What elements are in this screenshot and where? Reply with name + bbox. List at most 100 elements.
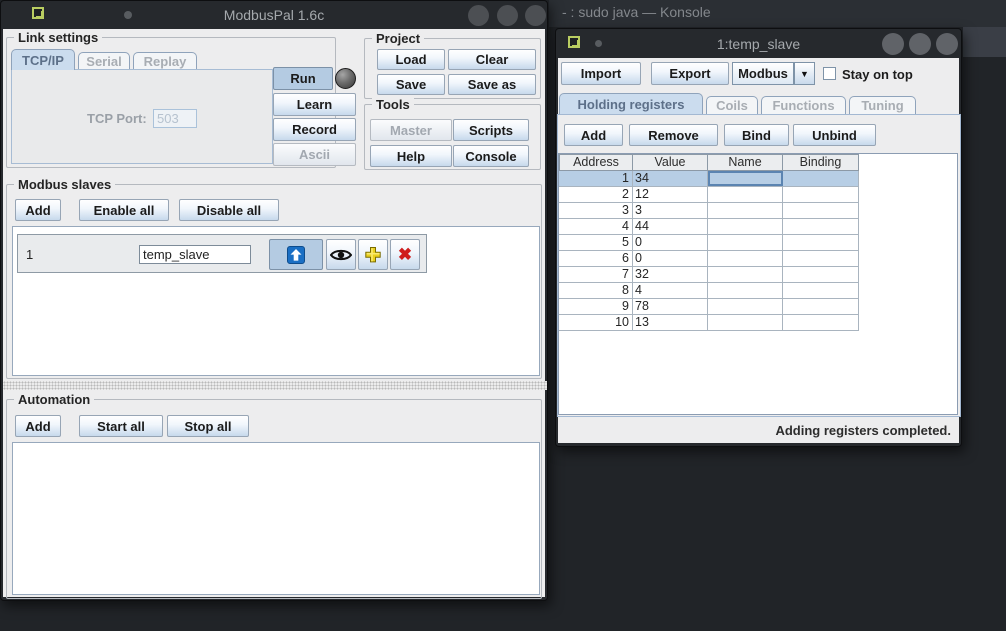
table-cell-addr[interactable]: 7 xyxy=(559,267,633,282)
table-cell-addr[interactable]: 1 xyxy=(559,171,633,186)
register-add-button[interactable]: Add xyxy=(564,124,623,146)
table-cell-addr[interactable]: 9 xyxy=(559,299,633,314)
table-cell-addr[interactable]: 2 xyxy=(559,187,633,202)
chevron-down-icon[interactable]: ▼ xyxy=(794,62,815,85)
table-cell-val[interactable]: 0 xyxy=(633,235,708,250)
table-row[interactable]: 134 xyxy=(559,171,859,187)
table-cell-name[interactable] xyxy=(708,299,783,314)
table-cell-addr[interactable]: 8 xyxy=(559,283,633,298)
help-button[interactable]: Help xyxy=(370,145,452,167)
table-row[interactable]: 60 xyxy=(559,251,859,267)
table-cell-bind[interactable] xyxy=(783,251,859,266)
table-row[interactable]: 84 xyxy=(559,283,859,299)
record-button[interactable]: Record xyxy=(273,118,356,141)
modbuspal-titlebar[interactable]: ModbusPal 1.6c xyxy=(1,1,547,29)
col-header-value[interactable]: Value xyxy=(633,154,708,171)
table-row[interactable]: 33 xyxy=(559,203,859,219)
table-cell-bind[interactable] xyxy=(783,219,859,234)
tcp-port-input[interactable] xyxy=(153,109,197,128)
table-cell-val[interactable]: 44 xyxy=(633,219,708,234)
table-cell-addr[interactable]: 4 xyxy=(559,219,633,234)
delete-slave-button[interactable]: ✖ xyxy=(390,239,420,270)
window-control-button[interactable] xyxy=(468,5,489,26)
automation-add-button[interactable]: Add xyxy=(15,415,61,437)
table-cell-addr[interactable]: 3 xyxy=(559,203,633,218)
table-cell-name[interactable] xyxy=(708,187,783,202)
table-cell-name[interactable] xyxy=(708,315,783,330)
table-cell-val[interactable]: 78 xyxy=(633,299,708,314)
table-cell-bind[interactable] xyxy=(783,315,859,330)
window-control-button[interactable] xyxy=(882,33,904,55)
table-cell-val[interactable]: 34 xyxy=(633,171,708,186)
table-row[interactable]: 1013 xyxy=(559,315,859,331)
tab-tuning[interactable]: Tuning xyxy=(849,96,916,114)
toggle-visibility-button[interactable] xyxy=(326,239,356,270)
save-as-button[interactable]: Save as xyxy=(448,74,536,95)
tab-holding-registers[interactable]: Holding registers xyxy=(559,93,703,114)
registers-table[interactable]: Address Value Name Binding 1342123344450… xyxy=(558,153,958,415)
show-slave-panel-button[interactable] xyxy=(269,239,323,270)
window-control-button[interactable] xyxy=(525,5,546,26)
window-control-button[interactable] xyxy=(497,5,518,26)
table-row[interactable]: 444 xyxy=(559,219,859,235)
disable-all-button[interactable]: Disable all xyxy=(179,199,279,221)
window-control-button[interactable] xyxy=(909,33,931,55)
stop-all-button[interactable]: Stop all xyxy=(167,415,249,437)
table-cell-bind[interactable] xyxy=(783,203,859,218)
table-cell-val[interactable]: 12 xyxy=(633,187,708,202)
import-button[interactable]: Import xyxy=(561,62,641,85)
ascii-button[interactable]: Ascii xyxy=(273,143,356,166)
slave-editor-titlebar[interactable]: 1:temp_slave xyxy=(556,29,961,58)
add-automation-button[interactable] xyxy=(358,239,388,270)
table-cell-name[interactable] xyxy=(708,171,783,186)
register-remove-button[interactable]: Remove xyxy=(629,124,718,146)
console-button[interactable]: Console xyxy=(453,145,529,167)
tab-functions[interactable]: Functions xyxy=(761,96,846,114)
register-bind-button[interactable]: Bind xyxy=(724,124,789,146)
table-cell-val[interactable]: 32 xyxy=(633,267,708,282)
table-cell-name[interactable] xyxy=(708,267,783,282)
master-button[interactable]: Master xyxy=(370,119,452,141)
col-header-binding[interactable]: Binding xyxy=(783,154,859,171)
table-cell-bind[interactable] xyxy=(783,171,859,186)
tab-coils[interactable]: Coils xyxy=(706,96,758,114)
save-button[interactable]: Save xyxy=(377,74,445,95)
window-control-button[interactable] xyxy=(936,33,958,55)
col-header-address[interactable]: Address xyxy=(559,154,633,171)
start-all-button[interactable]: Start all xyxy=(79,415,163,437)
table-cell-name[interactable] xyxy=(708,203,783,218)
table-cell-bind[interactable] xyxy=(783,267,859,282)
table-row[interactable]: 732 xyxy=(559,267,859,283)
table-cell-val[interactable]: 3 xyxy=(633,203,708,218)
table-cell-name[interactable] xyxy=(708,251,783,266)
table-row[interactable]: 978 xyxy=(559,299,859,315)
table-cell-addr[interactable]: 10 xyxy=(559,315,633,330)
tab-replay[interactable]: Replay xyxy=(133,52,197,70)
scripts-button[interactable]: Scripts xyxy=(453,119,529,141)
slave-name-input[interactable] xyxy=(139,245,251,264)
learn-button[interactable]: Learn xyxy=(273,93,356,116)
stay-on-top-checkbox[interactable] xyxy=(823,67,836,80)
tab-tcpip[interactable]: TCP/IP xyxy=(11,49,75,70)
enable-all-button[interactable]: Enable all xyxy=(79,199,169,221)
table-row[interactable]: 212 xyxy=(559,187,859,203)
modbus-mode-select[interactable]: Modbus xyxy=(732,62,794,85)
table-cell-bind[interactable] xyxy=(783,235,859,250)
register-unbind-button[interactable]: Unbind xyxy=(793,124,876,146)
table-cell-val[interactable]: 0 xyxy=(633,251,708,266)
table-cell-addr[interactable]: 5 xyxy=(559,235,633,250)
table-cell-bind[interactable] xyxy=(783,187,859,202)
table-cell-bind[interactable] xyxy=(783,283,859,298)
tab-serial[interactable]: Serial xyxy=(78,52,130,70)
slave-add-button[interactable]: Add xyxy=(15,199,61,221)
table-cell-name[interactable] xyxy=(708,235,783,250)
slave-row[interactable]: 1 xyxy=(17,234,427,273)
export-button[interactable]: Export xyxy=(651,62,729,85)
splitpane-divider[interactable] xyxy=(3,381,547,390)
col-header-name[interactable]: Name xyxy=(708,154,783,171)
table-cell-name[interactable] xyxy=(708,283,783,298)
table-cell-addr[interactable]: 6 xyxy=(559,251,633,266)
table-cell-val[interactable]: 4 xyxy=(633,283,708,298)
table-cell-bind[interactable] xyxy=(783,299,859,314)
table-cell-name[interactable] xyxy=(708,219,783,234)
